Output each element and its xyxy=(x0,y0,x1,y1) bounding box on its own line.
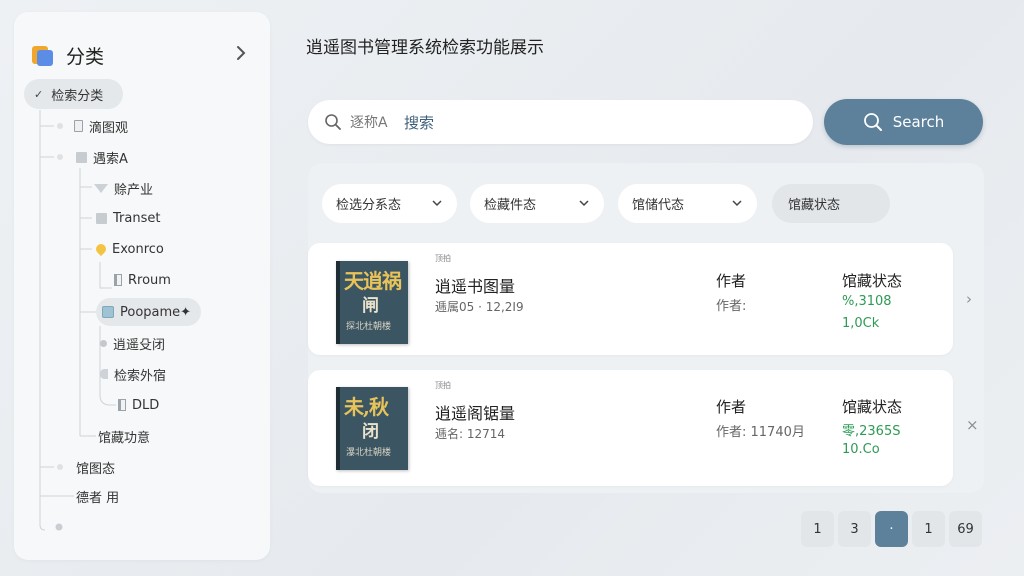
cover-title: 未,秋 xyxy=(344,395,389,419)
filter-label: 馆储代态 xyxy=(632,198,685,213)
status-value: %,3108 xyxy=(842,294,892,309)
check-icon: ✓ xyxy=(34,87,44,101)
tab-icon xyxy=(114,274,122,286)
cover-subtitle: 闭 xyxy=(362,422,379,442)
page-button-3[interactable]: 3 xyxy=(838,511,871,547)
tree-item-label: 滴图观 xyxy=(89,120,129,136)
tree-item-label: 赊产业 xyxy=(114,182,154,198)
tree-item-label: 遇索A xyxy=(93,151,128,167)
filter-label: 检藏件态 xyxy=(484,198,537,213)
tab-icon xyxy=(118,399,126,411)
page-button-last[interactable]: 69 xyxy=(949,511,982,547)
close-icon[interactable]: × xyxy=(966,416,979,434)
author-value: 作者: 11740月 xyxy=(716,425,805,440)
author-heading: 作者 xyxy=(716,398,747,416)
status-heading: 馆藏状态 xyxy=(842,398,903,416)
book-title[interactable]: 逍遥阁锯量 xyxy=(435,400,515,424)
dot-icon xyxy=(100,339,107,347)
tree-item-label: 逍遥殳闭 xyxy=(113,337,166,353)
tree-item-label: 馆藏功意 xyxy=(98,430,151,446)
filter-dropdown-1[interactable]: 检藏件态 xyxy=(470,184,604,223)
result-card[interactable]: 天逍祸 闸 探北杜朝楼 顶拍 逍遥书图量 逓属05 · 12,2I9 作者 作者… xyxy=(308,243,972,355)
book-cover: 未,秋 闭 瀑北杜朝楼 xyxy=(336,387,408,470)
search-accent-text: 搜索 xyxy=(404,113,435,132)
filter-dropdown-3[interactable]: 馆藏状态 xyxy=(772,184,890,223)
cover-title: 天逍祸 xyxy=(344,269,402,293)
tree-item-5[interactable]: Rroum xyxy=(114,269,171,291)
teal-square-icon xyxy=(102,306,114,318)
tree-item-label: Transet xyxy=(113,210,161,226)
tree-item-11[interactable]: 馆图态 xyxy=(76,456,115,478)
search-button-label: Search xyxy=(892,113,945,131)
tree-item-12[interactable]: 德者 用 xyxy=(76,485,119,507)
tree-item-label: DLD xyxy=(132,397,160,413)
tree-root-search-category[interactable]: ✓ 检索分类 xyxy=(24,79,123,109)
triangle-icon xyxy=(94,183,108,193)
tree-item-7[interactable]: 逍遥殳闭 xyxy=(100,332,165,354)
tree-item-4[interactable]: Exonrco xyxy=(93,238,164,260)
search-icon xyxy=(325,114,341,130)
cover-subtitle: 闸 xyxy=(362,296,379,316)
status-value: 零,2365S xyxy=(842,424,901,439)
status-value: 1,0Ck xyxy=(842,316,880,331)
tree-item-label: 德者 用 xyxy=(76,490,120,506)
page-button-1[interactable]: 1 xyxy=(801,511,834,547)
filter-label: 检选分系态 xyxy=(336,198,402,213)
tree-item-label: Rroum xyxy=(128,272,171,288)
tree-item-0[interactable]: 滴图观 xyxy=(74,115,128,137)
result-tag: 顶拍 xyxy=(435,254,451,263)
status-value: 10.Co xyxy=(842,442,880,457)
chevron-right-icon[interactable]: › xyxy=(966,290,972,308)
tree-item-3[interactable]: Transet xyxy=(96,207,160,229)
tree-item-label: 检索外宿 xyxy=(114,368,167,384)
tree-root-label: 检索分类 xyxy=(51,88,104,104)
author-value: 作者: xyxy=(716,299,747,314)
tree-item-10[interactable]: 馆藏功意 xyxy=(98,425,150,447)
result-tag: 顶拍 xyxy=(435,381,451,390)
cover-caption: 探北杜朝楼 xyxy=(346,322,392,332)
search-box[interactable]: 搜索 xyxy=(308,100,813,144)
page-title: 逍遥图书管理系统检索功能展示 xyxy=(306,38,544,58)
result-card[interactable]: 未,秋 闭 瀑北杜朝楼 顶拍 逍遥阁锯量 逓名: 12714 作者 作者: 11… xyxy=(308,370,979,486)
status-heading: 馆藏状态 xyxy=(842,272,903,290)
tree-item-9[interactable]: DLD xyxy=(118,394,159,416)
author-heading: 作者 xyxy=(716,272,747,290)
chevron-down-icon xyxy=(732,200,742,207)
square-icon xyxy=(96,212,107,224)
search-icon xyxy=(863,113,882,131)
tree-item-label: Exonrco xyxy=(112,241,164,257)
book-cover: 天逍祸 闸 探北杜朝楼 xyxy=(336,261,408,344)
search-input[interactable] xyxy=(350,114,396,130)
tree-item-2[interactable]: 赊产业 xyxy=(94,177,153,199)
tree-item-8[interactable]: 检索外宿 xyxy=(100,363,166,385)
search-button[interactable]: Search xyxy=(824,99,983,145)
book-meta: 逓属05 · 12,2I9 xyxy=(435,300,524,314)
page-button-current[interactable]: · xyxy=(875,511,908,547)
book-meta: 逓名: 12714 xyxy=(435,427,506,441)
document-icon xyxy=(74,120,83,132)
book-title[interactable]: 逍遥书图量 xyxy=(435,273,515,297)
page-button-next[interactable]: 1 xyxy=(912,511,945,547)
heart-icon xyxy=(93,241,109,257)
square-icon xyxy=(76,151,87,163)
half-circle-icon xyxy=(100,369,108,379)
tree-item-6-selected[interactable]: Poopame✦ xyxy=(96,298,202,326)
filter-label: 馆藏状态 xyxy=(788,198,841,213)
chevron-down-icon xyxy=(432,200,442,207)
tree-item-label: 馆图态 xyxy=(76,461,116,477)
cover-caption: 瀑北杜朝楼 xyxy=(346,448,392,458)
chevron-down-icon xyxy=(579,200,589,207)
filter-dropdown-2[interactable]: 馆储代态 xyxy=(618,184,757,223)
tree-item-1[interactable]: 遇索A xyxy=(76,146,128,168)
filter-dropdown-0[interactable]: 检选分系态 xyxy=(322,184,457,223)
tree-item-label: Poopame✦ xyxy=(120,304,192,320)
